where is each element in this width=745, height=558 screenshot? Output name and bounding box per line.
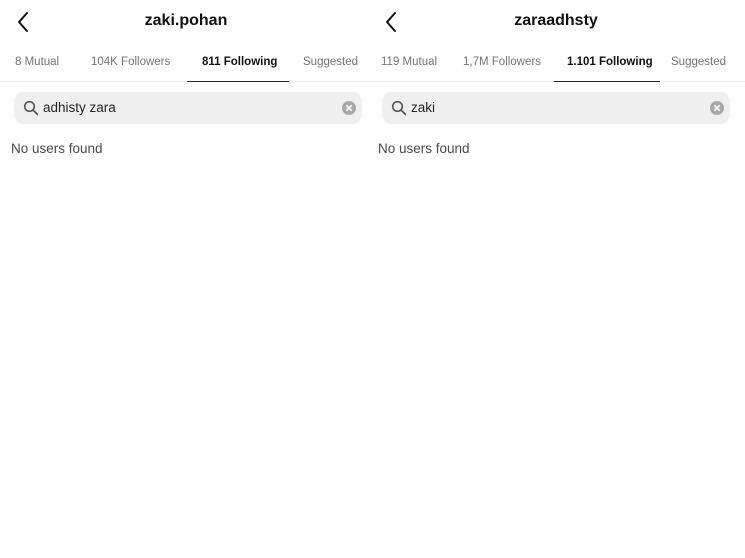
tab-following[interactable]: 1.101 Following — [567, 56, 653, 68]
empty-state-message: No users found — [11, 141, 103, 156]
right-following-screen: zaraadhsty 119 Mutual 1,7M Followers 1.1… — [372, 0, 745, 558]
tab-suggested[interactable]: Suggested — [671, 56, 726, 68]
header: zaraadhsty — [372, 0, 745, 44]
tab-mutual[interactable]: 119 Mutual — [381, 56, 437, 68]
tab-followers[interactable]: 104K Followers — [91, 56, 170, 68]
tab-bar: 8 Mutual 104K Followers 811 Following Su… — [0, 48, 372, 82]
search-field[interactable]: zaki — [382, 92, 730, 124]
header: zaki.pohan — [0, 0, 372, 44]
search-icon — [391, 100, 407, 116]
tab-following[interactable]: 811 Following — [202, 56, 277, 68]
clear-search-icon[interactable] — [710, 101, 724, 115]
empty-state-message: No users found — [378, 141, 470, 156]
left-following-screen: zaki.pohan 8 Mutual 104K Followers 811 F… — [0, 0, 372, 558]
search-field[interactable]: adhisty zara — [14, 92, 362, 124]
search-input[interactable]: zaki — [411, 100, 435, 115]
screen: zaki.pohan 8 Mutual 104K Followers 811 F… — [0, 0, 745, 558]
page-title: zaraadhsty — [514, 12, 598, 29]
clear-search-icon[interactable] — [342, 101, 356, 115]
tab-mutual[interactable]: 8 Mutual — [15, 56, 59, 68]
tab-followers[interactable]: 1,7M Followers — [463, 56, 541, 68]
tab-suggested[interactable]: Suggested — [303, 56, 358, 68]
page-title: zaki.pohan — [144, 12, 228, 29]
active-tab-indicator — [187, 80, 289, 82]
active-tab-indicator — [554, 80, 660, 82]
tab-bar: 119 Mutual 1,7M Followers 1.101 Followin… — [372, 48, 745, 82]
search-icon — [23, 100, 39, 116]
search-input[interactable]: adhisty zara — [43, 100, 116, 115]
